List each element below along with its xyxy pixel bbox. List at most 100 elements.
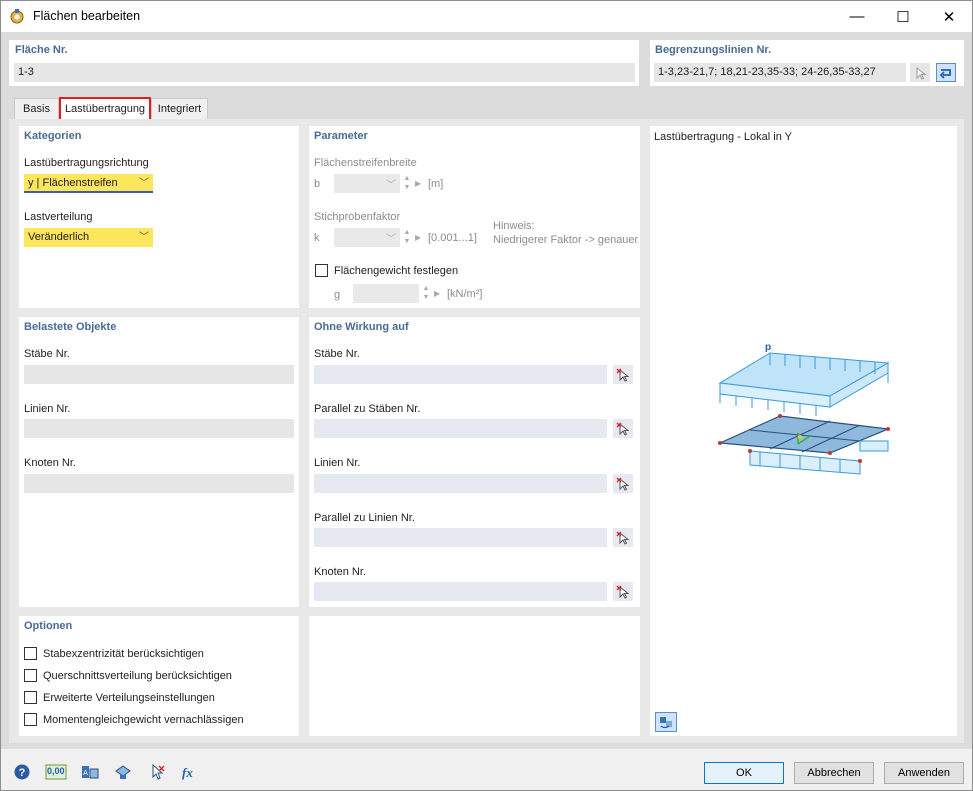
surface-weight-input[interactable] [353, 284, 419, 303]
load-distribution-value: Veränderlich [28, 231, 90, 243]
view-icon [115, 765, 131, 779]
empty-panel [309, 616, 640, 736]
chevron-down-icon: ﹀ [139, 232, 149, 243]
chevron-down-icon: ﹀ [386, 234, 396, 245]
title-bar: Flächen bearbeiten — ☐ ✕ [1, 1, 972, 32]
surface-number-panel: Fläche Nr. 1-3 [9, 40, 639, 86]
svg-text:A: A [83, 770, 88, 777]
load-direction-label: Lastübertragungsrichtung [24, 157, 149, 169]
load-distribution-select[interactable]: Veränderlich ﹀ [24, 228, 153, 247]
surface-weight-label: Flächengewicht festlegen [334, 265, 459, 277]
strip-width-input[interactable]: ﹀ [334, 174, 400, 193]
boundary-pick-button[interactable] [910, 63, 930, 82]
options-panel: Optionen Stabexzentrizität berücksichtig… [19, 616, 299, 736]
maximize-button[interactable]: ☐ [880, 1, 926, 32]
preview-title: Lastübertragung - Lokal in Y [654, 131, 792, 143]
pick-cursor-icon [616, 368, 630, 382]
loaded-nodes-label: Knoten Nr. [24, 457, 76, 469]
option-checkbox-eccentricity[interactable] [24, 647, 37, 660]
no-effect-panel: Ohne Wirkung auf Stäbe Nr. Parallel zu S… [309, 317, 640, 607]
formula-button[interactable]: fx [179, 762, 201, 782]
load-distribution-label: Lastverteilung [24, 211, 93, 223]
load-direction-select[interactable]: y | Flächenstreifen ﹀ [24, 174, 153, 193]
units-button[interactable]: 0,00 [44, 762, 68, 782]
parallel-members-label: Parallel zu Stäben Nr. [314, 403, 421, 415]
rotate-view-icon [660, 717, 672, 729]
excluded-nodes-label: Knoten Nr. [314, 566, 366, 578]
units-value: 0,00 [47, 766, 65, 776]
dialog-window: Flächen bearbeiten — ☐ ✕ Fläche Nr. 1-3 … [0, 0, 973, 791]
parameter-panel: Parameter Flächenstreifenbreite b ﹀ ▲ ▼ ▶… [309, 126, 640, 308]
display-icon: A [82, 766, 99, 779]
option-checkbox-section-distribution[interactable] [24, 669, 37, 682]
loaded-members-field[interactable] [24, 365, 294, 384]
ok-button[interactable]: OK [704, 762, 784, 784]
reverse-arrow-icon [939, 68, 951, 79]
excluded-members-field[interactable] [314, 365, 607, 384]
parameter-header: Parameter [314, 130, 368, 142]
surface-number-label: Fläche Nr. [15, 44, 68, 56]
loaded-lines-field[interactable] [24, 419, 294, 438]
play-icon[interactable]: ▶ [415, 179, 421, 188]
sample-factor-spinner[interactable]: ▲ ▼ [402, 228, 412, 247]
option-checkbox-moment[interactable] [24, 713, 37, 726]
excluded-lines-field[interactable] [314, 474, 607, 493]
options-header: Optionen [24, 620, 73, 632]
cancel-button[interactable]: Abbrechen [794, 762, 874, 784]
loaded-objects-panel: Belastete Objekte Stäbe Nr. Linien Nr. K… [19, 317, 299, 607]
excluded-members-pick-button[interactable] [613, 365, 633, 384]
load-direction-value: y | Flächenstreifen [28, 177, 118, 189]
select-button[interactable] [146, 762, 168, 782]
boundary-lines-field[interactable]: 1-3,23-21,7; 18,21-23,35-33; 24-26,35-33… [654, 63, 906, 82]
boundary-lines-panel: Begrenzungslinien Nr. 1-3,23-21,7; 18,21… [650, 40, 964, 86]
select-icon [152, 763, 165, 780]
play-icon[interactable]: ▶ [434, 289, 440, 298]
surface-number-field[interactable]: 1-3 [14, 63, 635, 82]
pick-cursor-icon [616, 585, 630, 599]
window-title: Flächen bearbeiten [33, 9, 141, 23]
svg-text:?: ? [19, 767, 26, 779]
option-label-section-distribution: Querschnittsverteilung berücksichtigen [43, 670, 232, 682]
option-checkbox-extended[interactable] [24, 691, 37, 704]
pick-cursor-icon [616, 422, 630, 436]
tab-lastuebertragung[interactable]: Lastübertragung [59, 97, 151, 121]
b-unit: [m] [428, 178, 444, 190]
display-button[interactable]: A [79, 762, 101, 782]
pick-cursor-icon [616, 477, 630, 491]
parallel-members-field[interactable] [314, 419, 607, 438]
loaded-nodes-field[interactable] [24, 474, 294, 493]
strip-width-spinner[interactable]: ▲ ▼ [402, 174, 412, 193]
chevron-down-icon: ﹀ [139, 178, 149, 189]
excluded-nodes-field[interactable] [314, 582, 607, 601]
view-button[interactable] [112, 762, 134, 782]
help-icon: ? [14, 764, 30, 780]
apply-button[interactable]: Anwenden [884, 762, 964, 784]
parallel-lines-field[interactable] [314, 528, 607, 547]
no-effect-header: Ohne Wirkung auf [314, 321, 409, 333]
surface-weight-spinner[interactable]: ▲ ▼ [421, 284, 431, 303]
tab-integriert[interactable]: Integriert [151, 98, 208, 120]
minimize-button[interactable]: — [834, 1, 880, 32]
pick-cursor-icon [616, 531, 630, 545]
boundary-reverse-button[interactable] [936, 63, 956, 82]
sample-factor-input[interactable]: ﹀ [334, 228, 400, 247]
kategorien-panel: Kategorien Lastübertragungsrichtung y | … [19, 126, 299, 308]
surface-weight-checkbox[interactable] [315, 264, 328, 277]
loaded-members-label: Stäbe Nr. [24, 348, 70, 360]
tab-basis[interactable]: Basis [14, 98, 59, 120]
close-button[interactable]: ✕ [926, 1, 972, 32]
option-label-moment: Momentengleichgewicht vernachlässigen [43, 714, 244, 726]
pick-cursor-icon [916, 66, 927, 80]
parallel-lines-pick-button[interactable] [613, 528, 633, 547]
rotate-view-button[interactable] [655, 712, 677, 732]
excluded-lines-pick-button[interactable] [613, 474, 633, 493]
g-unit: [kN/m²] [447, 288, 483, 300]
option-label-eccentricity: Stabexzentrizität berücksichtigen [43, 648, 204, 660]
play-icon[interactable]: ▶ [415, 233, 421, 242]
parallel-members-pick-button[interactable] [613, 419, 633, 438]
help-button[interactable]: ? [11, 762, 33, 782]
excluded-nodes-pick-button[interactable] [613, 582, 633, 601]
preview-panel: Lastübertragung - Lokal in Y p [650, 126, 957, 736]
hint-text: Niedrigerer Faktor -> genauer [493, 234, 639, 246]
boundary-lines-label: Begrenzungslinien Nr. [655, 44, 772, 56]
